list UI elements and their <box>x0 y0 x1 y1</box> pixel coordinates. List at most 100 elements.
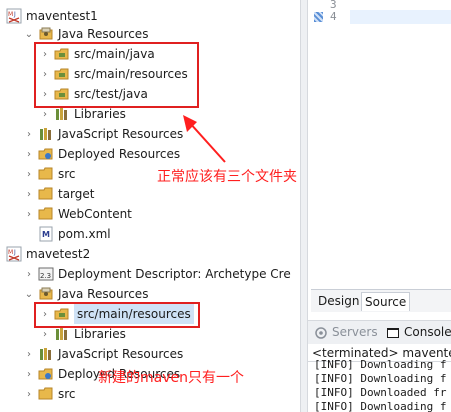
source-folder-icon <box>54 306 70 322</box>
svg-text:J: J <box>13 11 16 18</box>
svg-text:M: M <box>8 249 13 256</box>
tree-item-libraries-2[interactable]: › Libraries <box>40 324 126 344</box>
folder-icon <box>38 166 54 182</box>
folder-icon <box>38 186 54 202</box>
tree-item-label: Libraries <box>74 107 126 121</box>
tree-item-label: WebContent <box>58 207 132 221</box>
chevron-down-icon[interactable]: ⌄ <box>24 284 34 304</box>
servers-icon <box>314 326 328 340</box>
tree-item-java-resources-2[interactable]: ⌄ Java Resources <box>24 284 149 304</box>
chevron-right-icon[interactable]: › <box>24 384 34 404</box>
tab-servers[interactable]: Servers <box>332 325 378 339</box>
maven-file-icon: M <box>38 226 54 242</box>
tree-item-deployed-resources[interactable]: › Deployed Resources <box>24 144 180 164</box>
editor-area: 3 4 <box>308 0 451 312</box>
chevron-right-icon[interactable]: › <box>24 264 34 284</box>
tab-source[interactable]: Source <box>361 292 411 311</box>
chevron-right-icon[interactable]: › <box>40 44 50 64</box>
maven-project-icon: MJ <box>6 246 22 262</box>
svg-text:M: M <box>8 11 13 18</box>
tree-item-label: Java Resources <box>58 27 149 41</box>
tree-item-src-2[interactable]: › src <box>24 384 76 404</box>
deployed-resources-icon <box>38 146 54 162</box>
chevron-right-icon[interactable]: › <box>24 124 34 144</box>
tree-item-label: src/main/resources <box>74 67 188 81</box>
annotation-arrow-icon <box>183 115 226 163</box>
editor-tab-bar: Design Source <box>311 289 451 312</box>
console-line: [INFO] Downloading f <box>314 400 447 412</box>
tree-item-maventest1[interactable]: MJ maventest1 <box>6 6 98 26</box>
chevron-right-icon[interactable]: › <box>40 84 50 104</box>
javascript-resources-icon <box>38 346 54 362</box>
chevron-right-icon[interactable]: › <box>24 344 34 364</box>
chevron-right-icon[interactable]: › <box>24 364 34 384</box>
tree-item-javascript-resources-2[interactable]: › JavaScript Resources <box>24 344 183 364</box>
tree-item-deployment-descriptor[interactable]: › 2.3 Deployment Descriptor: Archetype C… <box>24 264 291 284</box>
splitter[interactable] <box>300 0 308 412</box>
libraries-icon <box>54 326 70 342</box>
tree-item-label: target <box>58 187 95 201</box>
tree-item-src-test-java[interactable]: › src/test/java <box>40 84 148 104</box>
tree-item-label: Deployment Descriptor: Archetype Cre <box>58 267 291 281</box>
tree-item-mavetest2[interactable]: MJ mavetest2 <box>6 244 90 264</box>
console-line: [INFO] Downloading f <box>314 372 447 385</box>
tree-item-javascript-resources[interactable]: › JavaScript Resources <box>24 124 183 144</box>
tree-item-src[interactable]: › src <box>24 164 76 184</box>
console-line: [INFO] Downloading f <box>314 358 447 371</box>
project-explorer: MJ maventest1 ⌄ Java Resources › src/mai… <box>0 0 300 412</box>
tree-item-webcontent[interactable]: › WebContent <box>24 204 132 224</box>
tree-item-target[interactable]: › target <box>24 184 95 204</box>
tree-item-label: JavaScript Resources <box>58 127 184 141</box>
chevron-right-icon[interactable]: › <box>40 104 50 124</box>
chevron-right-icon[interactable]: › <box>40 304 50 324</box>
line-number: 4 <box>330 10 337 23</box>
annotation-new-maven-only-one: 新建的maven只有一个 <box>98 370 244 386</box>
tree-item-label: JavaScript Resources <box>58 347 184 361</box>
tree-item-java-resources[interactable]: ⌄ Java Resources <box>24 24 149 44</box>
tree-item-label: src/main/resources <box>74 304 194 324</box>
source-folder-icon <box>54 86 70 102</box>
deployed-resources-icon <box>38 366 54 382</box>
svg-text:J: J <box>13 249 16 256</box>
tree-item-label: maventest1 <box>26 9 98 23</box>
tree-item-pom-xml[interactable]: M pom.xml <box>38 224 111 244</box>
libraries-icon <box>54 106 70 122</box>
source-folder-icon <box>54 66 70 82</box>
tree-item-label: src/test/java <box>74 87 148 101</box>
tree-item-libraries[interactable]: › Libraries <box>40 104 126 124</box>
bottom-tab-bar: Servers Console <box>308 320 451 345</box>
java-resources-icon <box>38 26 54 42</box>
java-resources-icon <box>38 286 54 302</box>
maven-project-icon: MJ <box>6 8 22 24</box>
source-folder-icon <box>54 46 70 62</box>
tab-design[interactable]: Design <box>315 292 362 310</box>
tab-console[interactable]: Console <box>404 325 451 339</box>
console-view: <terminated> mavente [INFO] Downloading … <box>308 344 451 412</box>
change-marker-icon <box>314 12 323 22</box>
current-line-highlight <box>350 10 451 24</box>
tree-item-label: Libraries <box>74 327 126 341</box>
chevron-right-icon[interactable]: › <box>40 324 50 344</box>
chevron-down-icon[interactable]: ⌄ <box>24 24 34 44</box>
chevron-right-icon[interactable]: › <box>24 164 34 184</box>
tree-item-label: src/main/java <box>74 47 155 61</box>
console-icon <box>386 326 400 340</box>
tree-item-label: src <box>58 167 76 181</box>
console-line: [INFO] Downloaded fr <box>314 386 447 399</box>
tree-item-src-main-java[interactable]: › src/main/java <box>40 44 155 64</box>
folder-icon <box>38 386 54 402</box>
tree-item-label: Java Resources <box>58 287 149 301</box>
tree-item-label: Deployed Resources <box>58 147 181 161</box>
tree-item-label: pom.xml <box>58 227 111 241</box>
tree-item-src-main-resources[interactable]: › src/main/resources <box>40 64 188 84</box>
deployment-descriptor-icon: 2.3 <box>38 266 54 282</box>
annotation-expected-three-folders: 正常应该有三个文件夹 <box>157 169 297 185</box>
chevron-right-icon[interactable]: › <box>24 184 34 204</box>
chevron-right-icon[interactable]: › <box>40 64 50 84</box>
tree-item-src-main-resources-2[interactable]: › src/main/resources <box>40 304 194 324</box>
svg-text:2.3: 2.3 <box>40 272 51 280</box>
folder-icon <box>38 206 54 222</box>
chevron-right-icon[interactable]: › <box>24 144 34 164</box>
chevron-right-icon[interactable]: › <box>24 204 34 224</box>
tree-item-label: mavetest2 <box>26 247 91 261</box>
